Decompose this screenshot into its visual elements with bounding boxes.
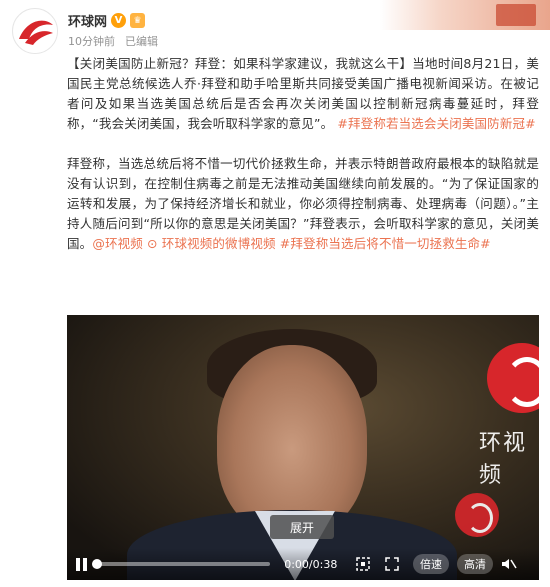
topic-link[interactable]: #拜登称若当选会关闭美国防新冠# [337, 116, 535, 131]
huanqiu-logo-icon [14, 10, 57, 53]
video-controls: 0:00/0:38 倍速 高清 [67, 548, 539, 580]
speed-button[interactable]: 倍速 [412, 554, 449, 574]
fullscreen-icon[interactable] [384, 556, 399, 572]
author-name[interactable]: 环球网 [68, 11, 107, 30]
post-meta: 10分钟前 已编辑 [68, 33, 158, 49]
mention-link[interactable]: @环视频 [92, 236, 143, 251]
post-body: 【关闭美国防止新冠？拜登：如果科学家建议，我就这么干】当地时间8月21日，美国民… [67, 54, 539, 274]
avatar[interactable] [12, 8, 58, 54]
duration: 0:38 [312, 557, 338, 571]
video-subject-face [217, 345, 367, 535]
post-time[interactable]: 10分钟前 [68, 33, 115, 49]
quality-button[interactable]: 高清 [456, 554, 493, 574]
current-time: 0:00 [284, 557, 309, 571]
header-decoration [380, 0, 550, 30]
topic-link-2[interactable]: #拜登称当选后将不惜一切拯救生命# [280, 236, 491, 251]
verified-badge-icon: V [111, 13, 127, 28]
time-display: 0:00/0:38 [284, 557, 338, 571]
video-link-icon: ⊙ [147, 236, 158, 251]
corner-logo-icon [455, 493, 499, 537]
video-watermark: 环视频 [479, 431, 528, 488]
pause-icon[interactable] [75, 557, 88, 571]
progress-bar[interactable] [91, 559, 271, 569]
video-source-link[interactable]: 环球视频的微博视频 [162, 236, 276, 251]
post-title: 【关闭美国防止新冠？拜登：如果科学家建议，我就这么干】 [67, 56, 413, 71]
banner-ornament [496, 4, 536, 26]
edited-label[interactable]: 已编辑 [125, 33, 158, 49]
author-line: 环球网 V ♛ [68, 11, 146, 30]
progress-knob[interactable] [91, 559, 102, 569]
expand-button[interactable]: 展开 [270, 515, 334, 539]
picture-in-picture-icon[interactable] [355, 556, 370, 572]
member-crown-icon: ♛ [130, 13, 146, 28]
post-paragraph-1: 【关闭美国防止新冠？拜登：如果科学家建议，我就这么干】当地时间8月21日，美国民… [67, 54, 539, 134]
video-player[interactable]: 环视频 展开 0:00/0:38 倍速 高清 [67, 315, 539, 580]
post-paragraph-2: 拜登称，当选总统后将不惜一切代价拯救生命，并表示特朗普政府最根本的缺陷就是没有认… [67, 154, 539, 254]
mute-icon[interactable] [501, 556, 517, 572]
